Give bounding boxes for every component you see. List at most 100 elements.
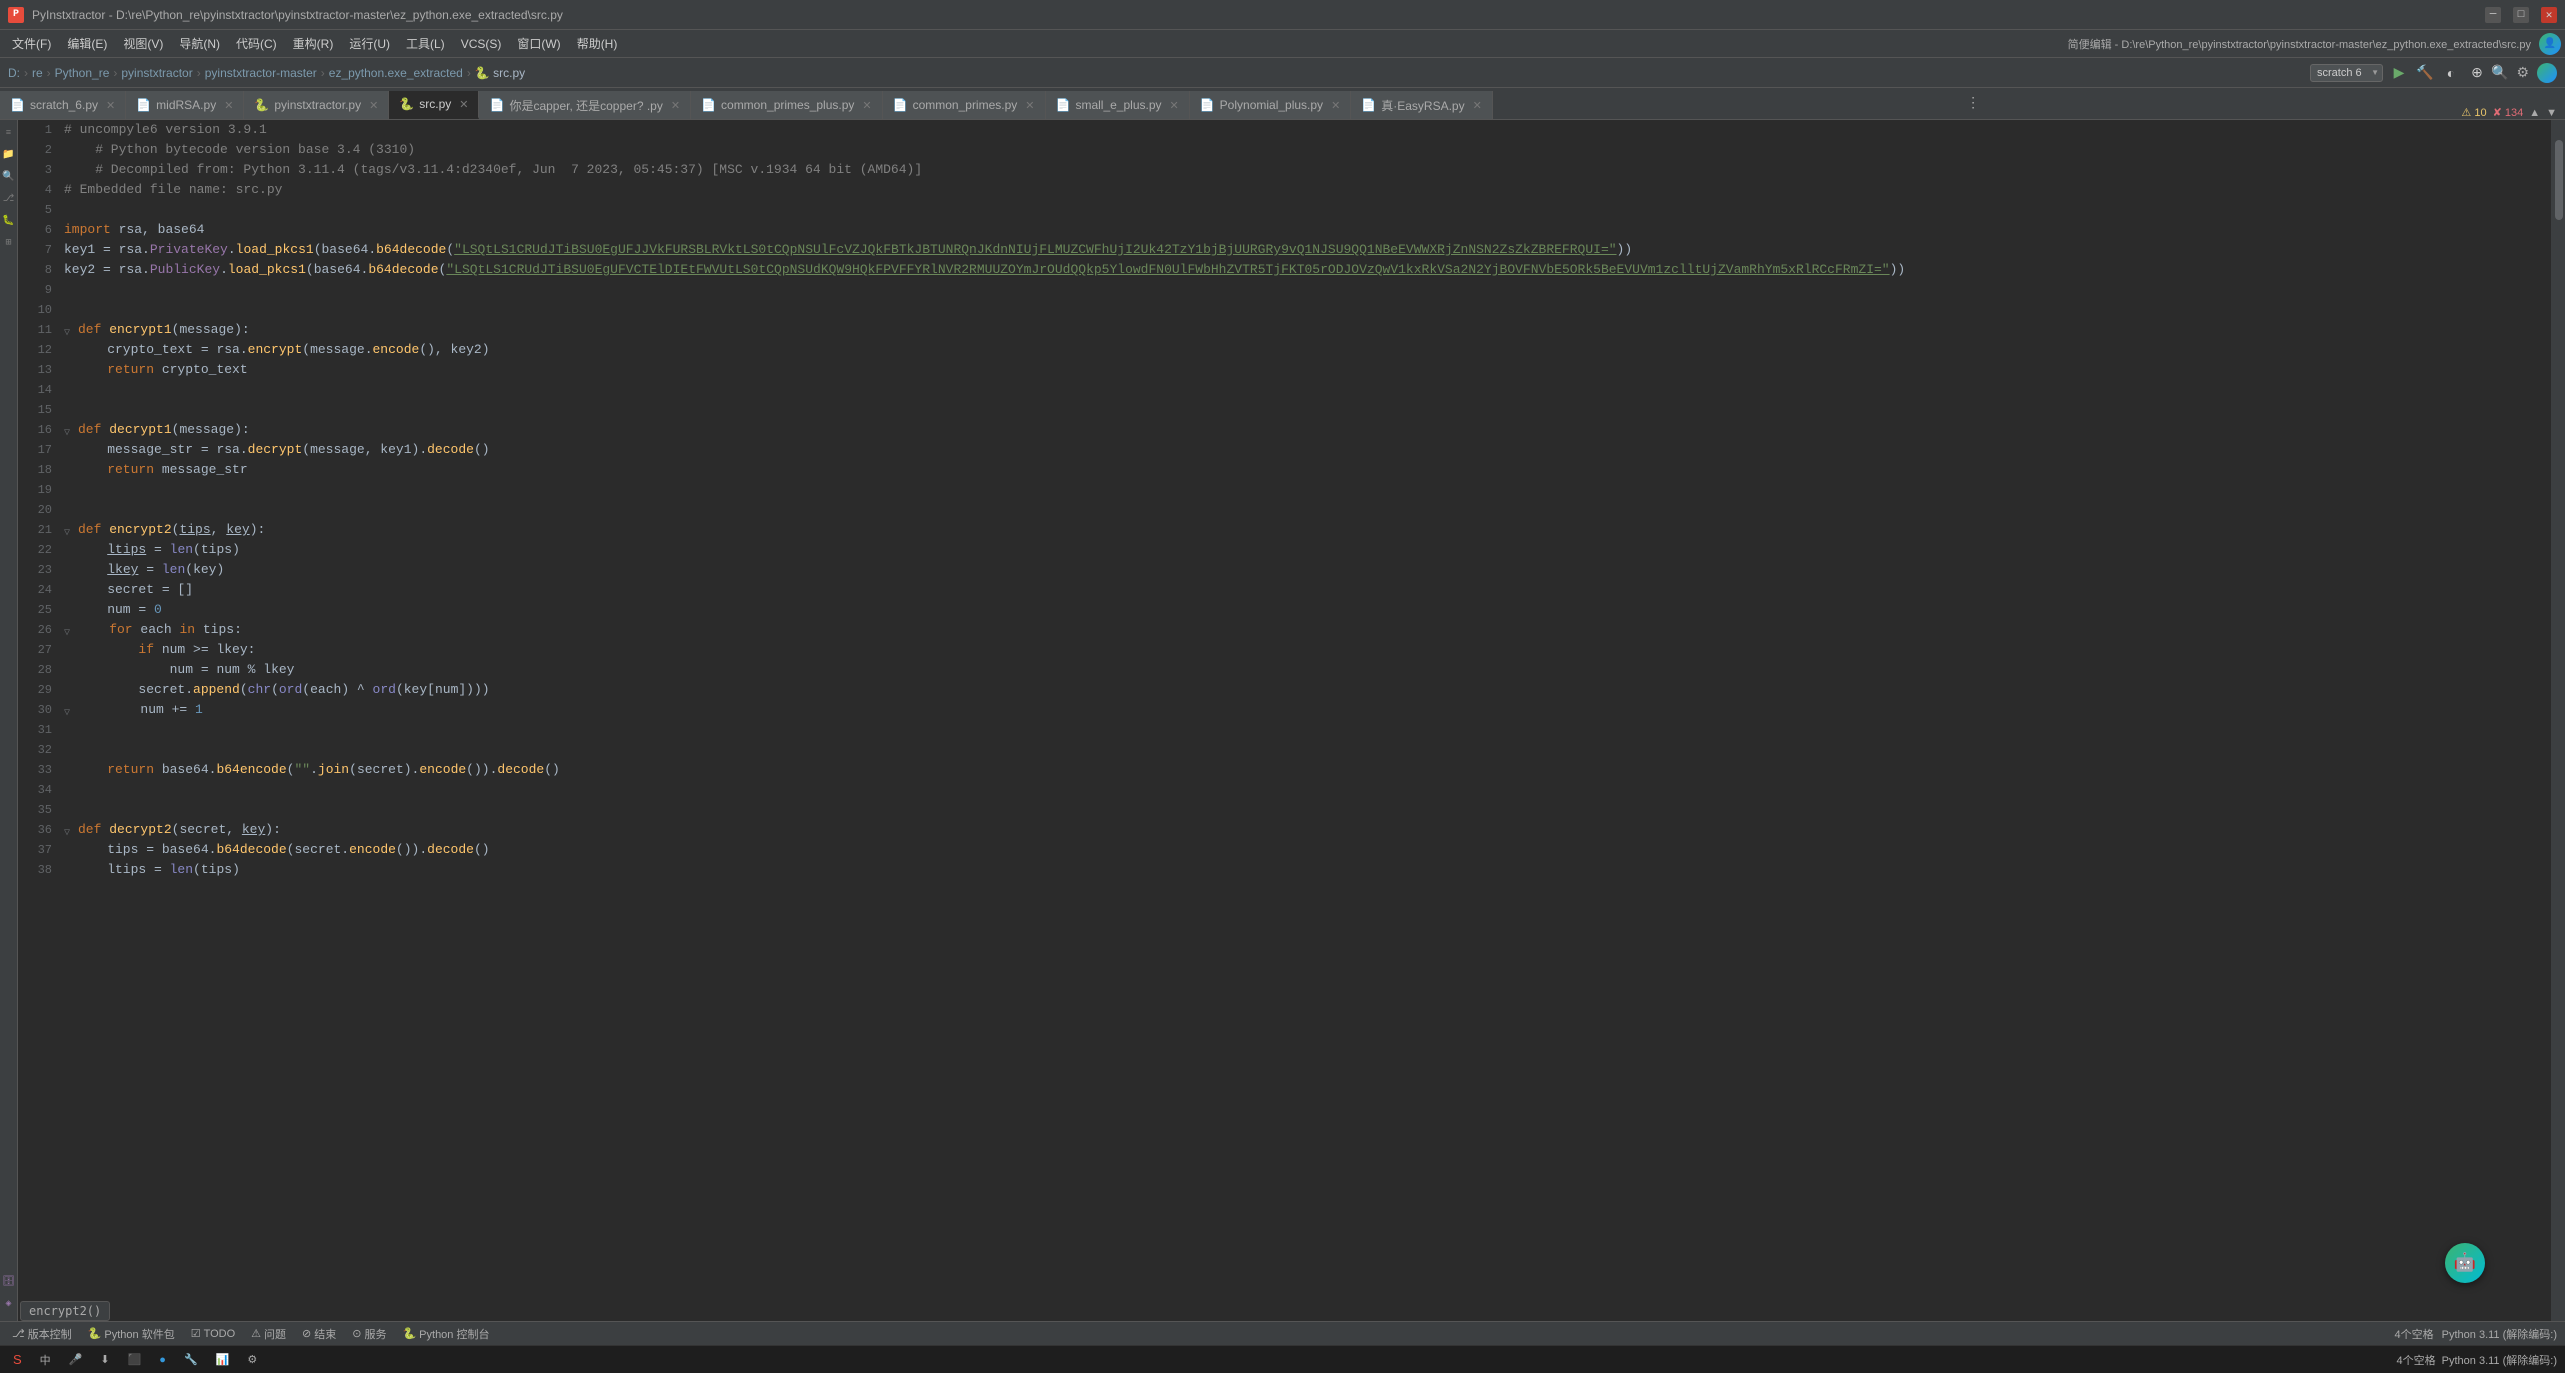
breadcrumb-re[interactable]: re (32, 66, 43, 80)
menu-refactor[interactable]: 重构(R) (285, 31, 342, 56)
menu-navigate[interactable]: 导航(N) (171, 31, 228, 56)
activity-search[interactable]: 🔍 (0, 168, 18, 186)
status-vcs[interactable]: ⎇ 版本控制 (8, 1324, 76, 1344)
scroll-down-btn[interactable]: ▼ (2546, 107, 2557, 119)
error-badge: ✘ 134 (2493, 106, 2524, 119)
status-todo[interactable]: ☑ TODO (187, 1325, 239, 1342)
fold-icon-21[interactable]: ▽ (64, 524, 76, 536)
tab-small-e[interactable]: 📄 small_e_plus.py ✕ (1046, 91, 1190, 119)
code-area[interactable]: # uncompyle6 version 3.9.1 # Python byte… (60, 120, 2551, 1321)
activity-debug[interactable]: 🐛 (0, 212, 18, 230)
breadcrumb-pyinstxtractor-master[interactable]: pyinstxtractor-master (205, 66, 317, 80)
taskbar-square[interactable]: ⬛ (123, 1351, 147, 1368)
tab-pyinstxtractor[interactable]: 🐍 pyinstxtractor.py ✕ (244, 91, 389, 119)
line-num-33: 33 (18, 760, 52, 780)
breadcrumb-python_re[interactable]: Python_re (55, 66, 110, 80)
tab-more-button[interactable]: ⋮ (1958, 95, 1988, 112)
activity-bar: ≡ 📁 🔍 ⎇ 🐛 ⊞ 🗄 ◈ (0, 120, 18, 1321)
vcs-icon: ⎇ (12, 1327, 25, 1340)
menu-window[interactable]: 窗口(W) (509, 31, 568, 56)
taskbar-zhong[interactable]: 中 (35, 1350, 56, 1370)
tab-capper[interactable]: 📄 你是capper, 还是copper? .py ✕ (479, 91, 691, 119)
user-avatar[interactable]: 👤 (2539, 33, 2561, 55)
tab-src[interactable]: 🐍 src.py ✕ (389, 91, 479, 119)
taskbar-download[interactable]: ⬇ (95, 1351, 114, 1368)
line-num-27: 27 (18, 640, 52, 660)
maximize-button[interactable]: □ (2513, 7, 2529, 23)
activity-api[interactable]: ◈ (0, 1295, 18, 1313)
code-line-34 (64, 780, 2551, 800)
activity-git[interactable]: ⎇ (0, 190, 18, 208)
code-line-36: ▽def decrypt2(secret, key): (64, 820, 2551, 840)
activity-db[interactable]: 🗄 (0, 1273, 18, 1291)
tab-close-easyrsa[interactable]: ✕ (1473, 99, 1482, 112)
activity-structure[interactable]: ≡ (0, 124, 18, 142)
tab-close-src[interactable]: ✕ (459, 98, 468, 111)
menu-run[interactable]: 运行(U) (341, 31, 398, 56)
taskbar-gear[interactable]: ⚙ (242, 1351, 262, 1368)
breadcrumb-pyinstxtractor[interactable]: pyinstxtractor (121, 66, 192, 80)
fold-icon-26[interactable]: ▽ (64, 624, 76, 636)
fold-icon-16[interactable]: ▽ (64, 424, 76, 436)
taskbar-mic[interactable]: 🎤 (64, 1351, 88, 1368)
vertical-scrollbar[interactable] (2551, 120, 2565, 1321)
tab-close-common-primes-plus[interactable]: ✕ (862, 99, 871, 112)
menu-tools[interactable]: 工具(L) (398, 31, 453, 56)
activity-ext[interactable]: ⊞ (0, 234, 18, 252)
search-icon[interactable]: 🔍 (2491, 64, 2508, 81)
code-text-2: # Python bytecode version base 3.4 (3310… (64, 140, 415, 160)
taskbar: S 中 🎤 ⬇ ⬛ ● 🔧 📊 ⚙ 4个空格 Python 3.11 (解除编码… (0, 1345, 2565, 1373)
scroll-up-btn[interactable]: ▲ (2529, 107, 2540, 119)
tab-polynomial[interactable]: 📄 Polynomial_plus.py ✕ (1190, 91, 1352, 119)
breadcrumb-d[interactable]: D: (8, 66, 20, 80)
taskbar-chart[interactable]: 📊 (211, 1351, 235, 1368)
run-button[interactable]: ▶ (2389, 63, 2409, 83)
scratch-selector[interactable]: scratch 6 (2310, 64, 2383, 82)
build-button[interactable]: 🔨 (2415, 63, 2435, 83)
download-icon: ⬇ (100, 1353, 109, 1366)
tab-scratch6[interactable]: 📄 scratch_6.py ✕ (0, 91, 126, 119)
user-avatar-nav[interactable] (2537, 63, 2557, 83)
fold-icon-11[interactable]: ▽ (64, 324, 76, 336)
close-button[interactable]: ✕ (2541, 7, 2557, 23)
status-problems[interactable]: ⚠ 问题 (247, 1324, 290, 1344)
tab-close-scratch6[interactable]: ✕ (106, 99, 115, 112)
tab-easyrsa[interactable]: 📄 真·EasyRSA.py ✕ (1351, 91, 1493, 119)
tab-midrsa[interactable]: 📄 midRSA.py ✕ (126, 91, 244, 119)
tab-common-primes-plus[interactable]: 📄 common_primes_plus.py ✕ (691, 91, 883, 119)
taskbar-settings[interactable]: 🔧 (179, 1351, 203, 1368)
coverage-button[interactable]: ◐ (2441, 63, 2461, 83)
tab-common-primes[interactable]: 📄 common_primes.py ✕ (883, 91, 1046, 119)
tab-icon-pyinstxtractor: 🐍 (254, 98, 269, 112)
breadcrumb-extracted[interactable]: ez_python.exe_extracted (329, 66, 463, 80)
menu-edit[interactable]: 编辑(E) (59, 31, 115, 56)
taskbar-blue[interactable]: ● (154, 1352, 171, 1368)
settings-icon[interactable]: ⚙ (2516, 64, 2529, 81)
minimize-button[interactable]: ─ (2485, 7, 2501, 23)
tab-close-polynomial[interactable]: ✕ (1331, 99, 1340, 112)
activity-files[interactable]: 📁 (0, 146, 18, 164)
menu-vcs[interactable]: VCS(S) (453, 33, 510, 55)
tab-close-small-e[interactable]: ✕ (1170, 99, 1179, 112)
tab-close-pyinstxtractor[interactable]: ✕ (369, 99, 378, 112)
fold-icon-30[interactable]: ▽ (64, 704, 76, 716)
menu-help[interactable]: 帮助(H) (569, 31, 626, 56)
menu-code[interactable]: 代码(C) (228, 31, 285, 56)
tab-close-capper[interactable]: ✕ (671, 99, 680, 112)
profile-button[interactable]: ⊕ (2467, 63, 2487, 83)
current-file-hint: 简便编辑 - D:\re\Python_re\pyinstxtractor\py… (2068, 36, 2531, 52)
status-end[interactable]: ⊘ 结束 (298, 1324, 340, 1344)
menu-view[interactable]: 视图(V) (115, 31, 171, 56)
status-terminal[interactable]: 🐍 Python 控制台 (398, 1324, 493, 1344)
taskbar-sougou[interactable]: S (8, 1350, 27, 1369)
fold-icon-36[interactable]: ▽ (64, 824, 76, 836)
scroll-thumb[interactable] (2555, 140, 2563, 220)
editor-container: 1 2 3 4 5 6 7 8 9 10 11 12 13 14 15 16 1… (18, 120, 2565, 1321)
tab-close-midrsa[interactable]: ✕ (224, 99, 233, 112)
ai-assistant-avatar[interactable]: 🤖 (2445, 1243, 2485, 1283)
status-python-packages[interactable]: 🐍 Python 软件包 (84, 1324, 179, 1344)
line-num-32: 32 (18, 740, 52, 760)
menu-file[interactable]: 文件(F) (4, 31, 59, 56)
tab-close-common-primes[interactable]: ✕ (1025, 99, 1034, 112)
status-services[interactable]: ⊙ 服务 (348, 1324, 390, 1344)
